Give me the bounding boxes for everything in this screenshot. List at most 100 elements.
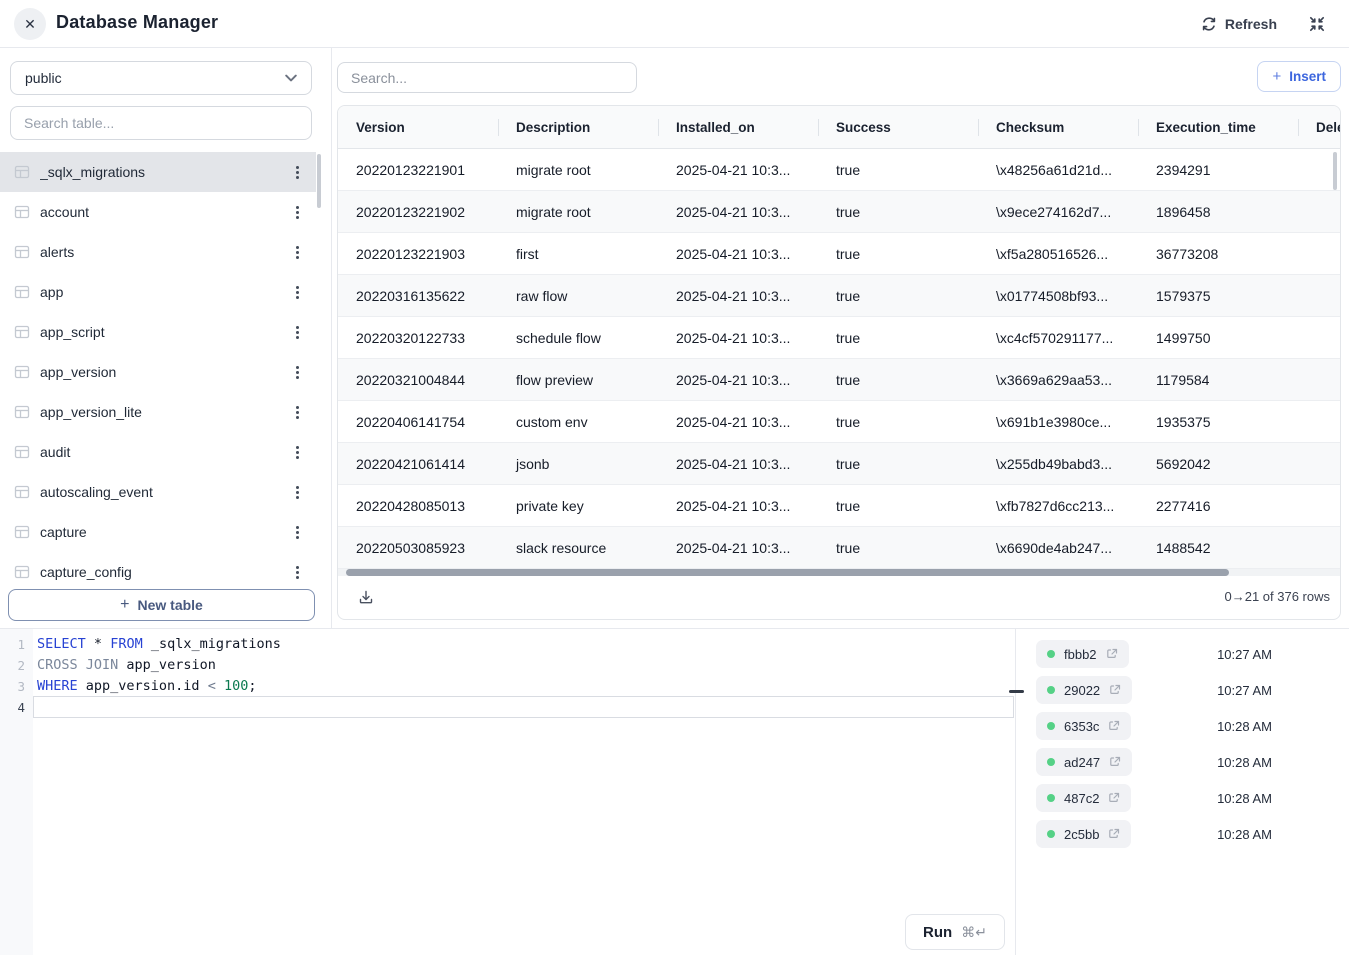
cell: true — [836, 317, 860, 359]
cell: 1896458 — [1156, 191, 1211, 233]
sidebar-item-app_script[interactable]: app_script — [0, 312, 316, 352]
table-row[interactable]: 20220320122733schedule flow2025-04-21 10… — [338, 317, 1340, 359]
new-table-label: New table — [137, 597, 202, 613]
sidebar-item-account[interactable]: account — [0, 192, 316, 232]
cell: 20220406141754 — [356, 401, 465, 443]
sidebar-item-app_version[interactable]: app_version — [0, 352, 316, 392]
cell: 20220316135622 — [356, 275, 465, 317]
cell: 1488542 — [1156, 527, 1211, 569]
external-link-icon[interactable] — [1109, 684, 1121, 696]
external-link-icon[interactable] — [1106, 648, 1118, 660]
schema-selected-value: public — [25, 70, 62, 86]
table-row[interactable]: 20220123221901migrate root2025-04-21 10:… — [338, 149, 1340, 191]
query-result-pill[interactable]: fbbb2 — [1036, 640, 1129, 668]
cell: \x9ece274162d7... — [996, 191, 1111, 233]
cell: \x3669a629aa53... — [996, 359, 1112, 401]
column-header-success: Success — [836, 106, 891, 149]
sidebar-item-audit[interactable]: audit — [0, 432, 316, 472]
query-result-pill[interactable]: 6353c — [1036, 712, 1131, 740]
plus-icon: + — [1272, 68, 1281, 85]
query-id: fbbb2 — [1064, 647, 1097, 662]
table-menu-button[interactable] — [288, 443, 306, 461]
table-menu-button[interactable] — [288, 483, 306, 501]
table-name: _sqlx_migrations — [40, 164, 278, 180]
query-result-pill[interactable]: 2c5bb — [1036, 820, 1131, 848]
column-header-installed_on: Installed_on — [676, 106, 755, 149]
cell: 20220421061414 — [356, 443, 465, 485]
table-menu-button[interactable] — [288, 563, 306, 581]
table-menu-button[interactable] — [288, 363, 306, 381]
sidebar-item-app_version_lite[interactable]: app_version_lite — [0, 392, 316, 432]
run-button[interactable]: Run ⌘↵ — [905, 914, 1005, 950]
cell: true — [836, 401, 860, 443]
table-menu-button[interactable] — [288, 523, 306, 541]
external-link-icon[interactable] — [1108, 792, 1120, 804]
external-link-icon[interactable] — [1108, 720, 1120, 732]
refresh-button[interactable]: Refresh — [1201, 12, 1277, 36]
table-search-input[interactable] — [10, 106, 312, 140]
sidebar-item-_sqlx_migrations[interactable]: _sqlx_migrations — [0, 152, 316, 192]
sidebar-item-alerts[interactable]: alerts — [0, 232, 316, 272]
table-menu-button[interactable] — [288, 403, 306, 421]
table-row[interactable]: 20220503085923slack resource2025-04-21 1… — [338, 527, 1340, 569]
query-result-pill[interactable]: 29022 — [1036, 676, 1132, 704]
grid-search-input[interactable] — [337, 62, 637, 93]
table-row[interactable]: 20220316135622raw flow2025-04-21 10:3...… — [338, 275, 1340, 317]
column-header-version: Version — [356, 106, 405, 149]
table-name: app_script — [40, 324, 278, 340]
table-name: capture_config — [40, 564, 278, 580]
cell: 20220123221902 — [356, 191, 465, 233]
cell: true — [836, 485, 860, 527]
sidebar-item-capture[interactable]: capture — [0, 512, 316, 552]
cell: migrate root — [516, 149, 591, 191]
query-id: ad247 — [1064, 755, 1100, 770]
query-id: 6353c — [1064, 719, 1099, 734]
table-menu-button[interactable] — [288, 323, 306, 341]
table-menu-button[interactable] — [288, 243, 306, 261]
table-menu-button[interactable] — [288, 203, 306, 221]
sql-editor[interactable]: 1234 SELECT * FROM _sqlx_migrationsCROSS… — [0, 629, 1016, 955]
cell: jsonb — [516, 443, 549, 485]
query-timestamp: 10:28 AM — [1217, 827, 1272, 842]
schema-select[interactable]: public — [10, 61, 312, 95]
table-name: account — [40, 204, 278, 220]
query-result-pill[interactable]: ad247 — [1036, 748, 1132, 776]
cell: 1499750 — [1156, 317, 1211, 359]
status-dot — [1047, 794, 1055, 802]
sidebar-item-capture_config[interactable]: capture_config — [0, 552, 316, 589]
cell: 2025-04-21 10:3... — [676, 149, 790, 191]
column-separator — [1298, 119, 1299, 136]
grid-vertical-scroll-thumb[interactable] — [1333, 152, 1337, 190]
table-menu-button[interactable] — [288, 163, 306, 181]
external-link-icon[interactable] — [1108, 828, 1120, 840]
sidebar-item-autoscaling_event[interactable]: autoscaling_event — [0, 472, 316, 512]
data-grid: VersionDescriptionInstalled_onSuccessChe… — [337, 105, 1341, 620]
cell: 1179584 — [1156, 359, 1209, 401]
table-row[interactable]: 20220428085013private key2025-04-21 10:3… — [338, 485, 1340, 527]
table-icon — [14, 404, 30, 420]
table-row[interactable]: 20220123221902migrate root2025-04-21 10:… — [338, 191, 1340, 233]
table-menu-button[interactable] — [288, 283, 306, 301]
table-row[interactable]: 20220123221903first2025-04-21 10:3...tru… — [338, 233, 1340, 275]
editor-code[interactable]: SELECT * FROM _sqlx_migrationsCROSS JOIN… — [33, 634, 1015, 718]
cell: 2025-04-21 10:3... — [676, 233, 790, 275]
new-table-button[interactable]: + New table — [8, 589, 315, 621]
table-icon — [14, 244, 30, 260]
query-result-pill[interactable]: 487c2 — [1036, 784, 1131, 812]
sidebar-scrollbar[interactable] — [317, 154, 321, 208]
close-button[interactable]: ✕ — [14, 8, 46, 40]
table-name: audit — [40, 444, 278, 460]
table-name: alerts — [40, 244, 278, 260]
table-row[interactable]: 20220321004844flow preview2025-04-21 10:… — [338, 359, 1340, 401]
table-row[interactable]: 20220421061414jsonb2025-04-21 10:3...tru… — [338, 443, 1340, 485]
line-number: 4 — [0, 697, 33, 718]
column-separator — [498, 119, 499, 136]
sidebar-item-app[interactable]: app — [0, 272, 316, 312]
collapse-icon[interactable] — [1308, 15, 1326, 33]
insert-button[interactable]: + Insert — [1257, 61, 1341, 92]
refresh-label: Refresh — [1225, 16, 1277, 32]
external-link-icon[interactable] — [1109, 756, 1121, 768]
table-row[interactable]: 20220406141754custom env2025-04-21 10:3.… — [338, 401, 1340, 443]
download-button[interactable] — [356, 587, 376, 607]
query-history-list: fbbb210:27 AM2902210:27 AM6353c10:28 AMa… — [1017, 636, 1349, 852]
